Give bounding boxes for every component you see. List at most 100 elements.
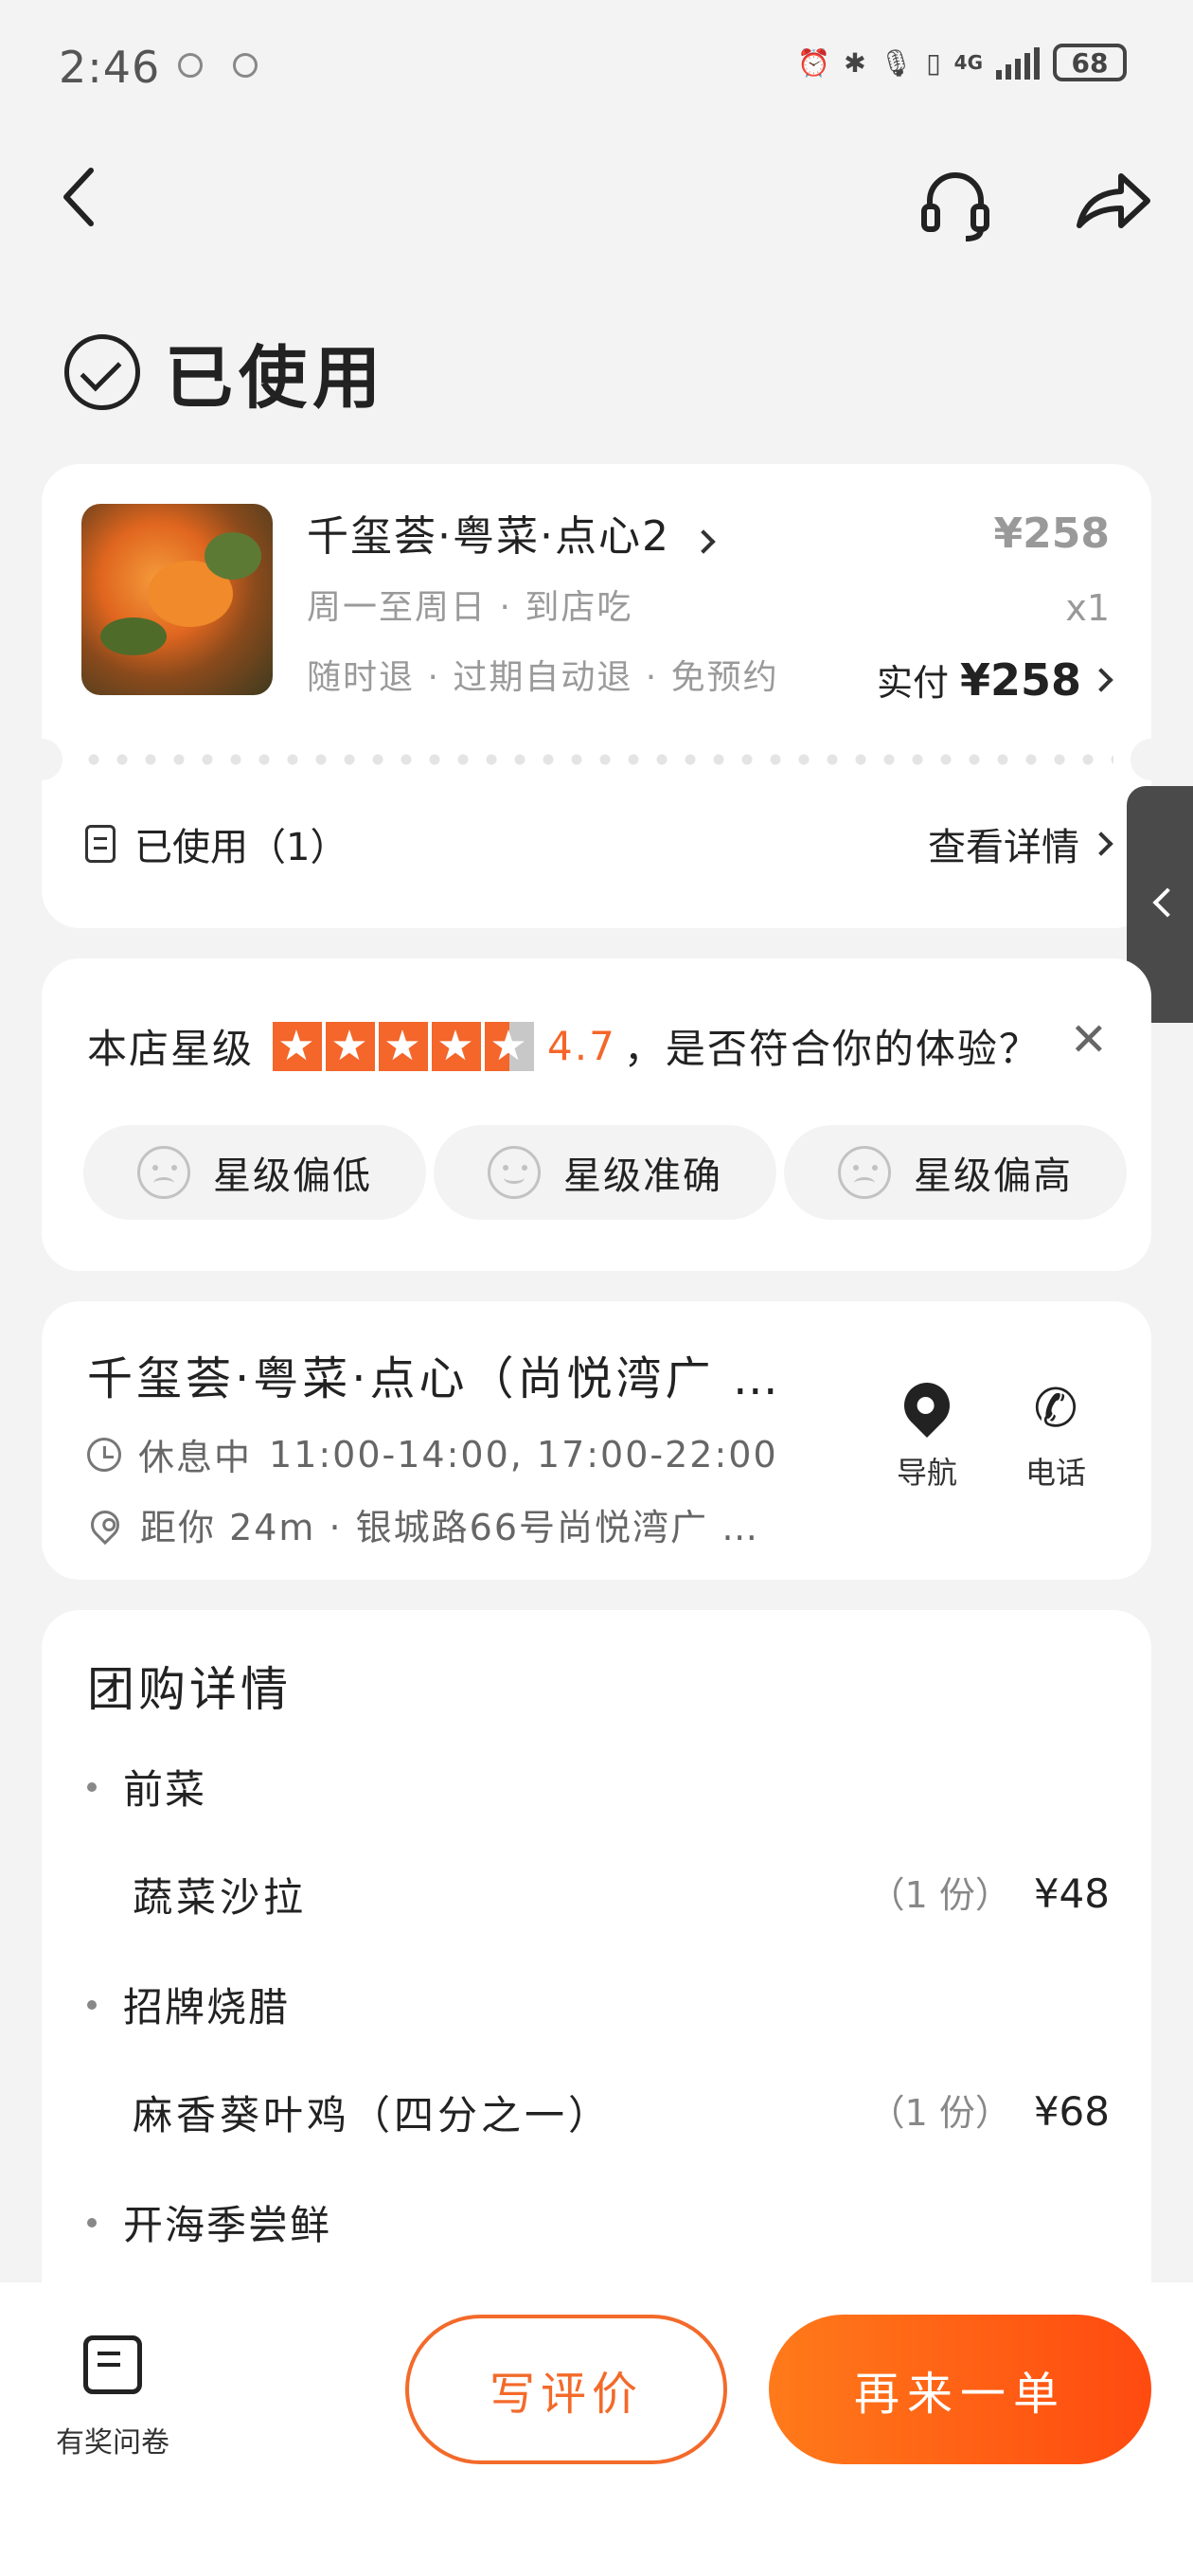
star-icon: ★	[379, 1021, 429, 1071]
alarm-icon	[233, 53, 258, 78]
write-review-button[interactable]: 写评价	[405, 2315, 727, 2464]
order-status-text: 已使用	[165, 338, 387, 418]
chevron-right-icon	[1089, 832, 1113, 856]
navigation-pin-icon	[895, 1373, 959, 1438]
share-icon	[1077, 173, 1150, 228]
share-button[interactable]	[1070, 159, 1155, 244]
bullet-icon	[87, 1781, 97, 1792]
signal-icon	[996, 45, 1040, 80]
alarm-icon	[178, 53, 203, 78]
vibrate-icon: ▯	[926, 46, 941, 79]
rating-question-text: ，是否符合你的体验？	[623, 1026, 1041, 1072]
sad-face-icon	[137, 1146, 190, 1199]
rating-low-button[interactable]: 星级偏低	[83, 1125, 426, 1220]
product-policy: 随时退 · 过期自动退 · 免预约	[307, 658, 779, 697]
menu-item-price: （1 份） ¥68	[869, 2084, 1110, 2136]
rating-accurate-button[interactable]: 星级准确	[434, 1125, 776, 1220]
bottom-action-bar: 有奖问卷 写评价 再来一单	[0, 2282, 1193, 2576]
product-price: ¥258	[993, 510, 1110, 558]
alarm-clock-icon: ⏰	[797, 46, 831, 79]
back-arrow-icon	[63, 168, 94, 226]
edit-survey-icon	[83, 2335, 142, 2394]
rating-options: 星级偏低 星级准确 星级偏高	[83, 1125, 1127, 1220]
category-name: 前菜	[123, 1766, 207, 1813]
store-card[interactable]: 千玺荟·粤菜·点心（尚悦湾广 … 休息中 11:00-14:00, 17:00-…	[42, 1301, 1151, 1580]
product-schedule: 周一至周日 · 到店吃	[307, 588, 633, 627]
menu-item-name: 蔬菜沙拉	[133, 1874, 308, 1921]
network-label: 4G	[953, 51, 983, 74]
rating-card: 本店星级 ★ ★ ★ ★ ★ 4.7 ，是否符合你的体验？ ✕ 星级偏低 星级准…	[42, 958, 1151, 1271]
status-bar: 2:46 ⏰ ✱ 🎙 ▯ 4G 68	[0, 0, 1193, 133]
phone-icon: ✆	[1033, 1378, 1078, 1440]
menu-category: 招牌烧腊	[87, 1976, 290, 2033]
chevron-right-icon	[1089, 667, 1113, 692]
order-status: 已使用	[64, 322, 386, 421]
rating-accurate-label: 星级准确	[563, 1154, 722, 1198]
reorder-button[interactable]: 再来一单	[769, 2315, 1151, 2464]
store-hours: 休息中 11:00-14:00, 17:00-22:00	[87, 1428, 778, 1480]
document-icon	[85, 825, 116, 863]
customer-service-button[interactable]	[913, 159, 998, 244]
sad-face-icon	[838, 1146, 891, 1199]
clock-icon	[87, 1437, 121, 1472]
star-icon: ★	[326, 1021, 376, 1071]
product-thumbnail[interactable]	[81, 504, 273, 695]
back-button[interactable]	[53, 159, 110, 235]
used-label: 已使用（1）	[134, 826, 348, 869]
call-button[interactable]: ✆ 电话	[1004, 1383, 1108, 1493]
chevron-right-icon	[691, 529, 716, 554]
store-name[interactable]: 千玺荟·粤菜·点心（尚悦湾广 …	[87, 1341, 782, 1407]
ticket-notch	[1131, 739, 1172, 780]
bluetooth-icon: ✱	[844, 46, 866, 79]
headset-icon	[921, 172, 989, 242]
status-time: 2:46	[59, 42, 161, 93]
store-hours-text: 11:00-14:00, 17:00-22:00	[269, 1433, 778, 1476]
bullet-icon	[87, 2217, 97, 2227]
rating-high-button[interactable]: 星级偏高	[784, 1125, 1127, 1220]
used-vouchers: 已使用（1）	[85, 816, 347, 871]
product-name-link[interactable]: 千玺荟·粤菜·点心2	[307, 502, 716, 563]
product-name: 千玺荟·粤菜·点心2	[307, 512, 670, 561]
order-card: 千玺荟·粤菜·点心2 周一至周日 · 到店吃 随时退 · 过期自动退 · 免预约…	[21, 464, 1172, 928]
chevron-left-icon	[1152, 887, 1183, 918]
survey-button[interactable]: 有奖问卷	[42, 2335, 184, 2460]
menu-item-amount: ¥48	[1033, 1870, 1110, 1917]
battery-icon: 68	[1053, 44, 1127, 81]
store-address: 距你 24m · 银城路66号尚悦湾广 …	[84, 1498, 760, 1550]
dotted-divider	[80, 754, 1113, 765]
close-rating-button[interactable]: ✕	[1070, 1013, 1108, 1066]
call-label: 电话	[1024, 1455, 1086, 1491]
view-details-link[interactable]: 查看详情	[928, 816, 1113, 871]
bullet-icon	[87, 1999, 97, 2010]
smile-face-icon	[488, 1146, 541, 1199]
star-rating: ★ ★ ★ ★ ★	[273, 1021, 535, 1071]
survey-label: 有奖问卷	[56, 2426, 169, 2460]
star-icon: ★	[432, 1021, 482, 1071]
category-name: 招牌烧腊	[123, 1984, 291, 2030]
menu-item-price: （1 份） ¥48	[869, 1866, 1110, 1918]
rating-prefix: 本店星级	[87, 1026, 255, 1072]
view-details-label: 查看详情	[928, 826, 1079, 869]
menu-item-name: 麻香葵叶鸡（四分之一）	[133, 2092, 613, 2138]
ticket-notch	[21, 739, 62, 780]
product-quantity: x1	[1065, 587, 1110, 629]
rating-high-label: 星级偏高	[914, 1154, 1073, 1198]
paid-label: 实付	[876, 662, 949, 704]
mic-icon: 🎙	[879, 46, 914, 79]
paid-amount: ¥258	[959, 653, 1081, 706]
store-distance: 距你 24m · 银城路66号尚悦湾广 …	[140, 1507, 760, 1548]
location-icon	[84, 1504, 126, 1545]
group-deal-title: 团购详情	[87, 1662, 292, 1717]
star-icon: ★	[273, 1021, 323, 1071]
star-half-icon: ★	[485, 1021, 535, 1071]
navigate-button[interactable]: 导航	[875, 1373, 979, 1493]
rating-score: 4.7	[547, 1023, 616, 1069]
menu-item-portion: （1 份）	[868, 2092, 1011, 2134]
menu-item-portion: （1 份）	[868, 1874, 1011, 1916]
rating-low-label: 星级偏低	[213, 1154, 372, 1198]
rating-question: 本店星级 ★ ★ ★ ★ ★ 4.7 ，是否符合你的体验？	[87, 1017, 1041, 1075]
paid-amount-link[interactable]: 实付 ¥258	[876, 653, 1113, 706]
menu-category: 前菜	[87, 1758, 206, 1816]
navigate-label: 导航	[896, 1455, 957, 1491]
category-name: 开海季尝鲜	[123, 2202, 332, 2248]
